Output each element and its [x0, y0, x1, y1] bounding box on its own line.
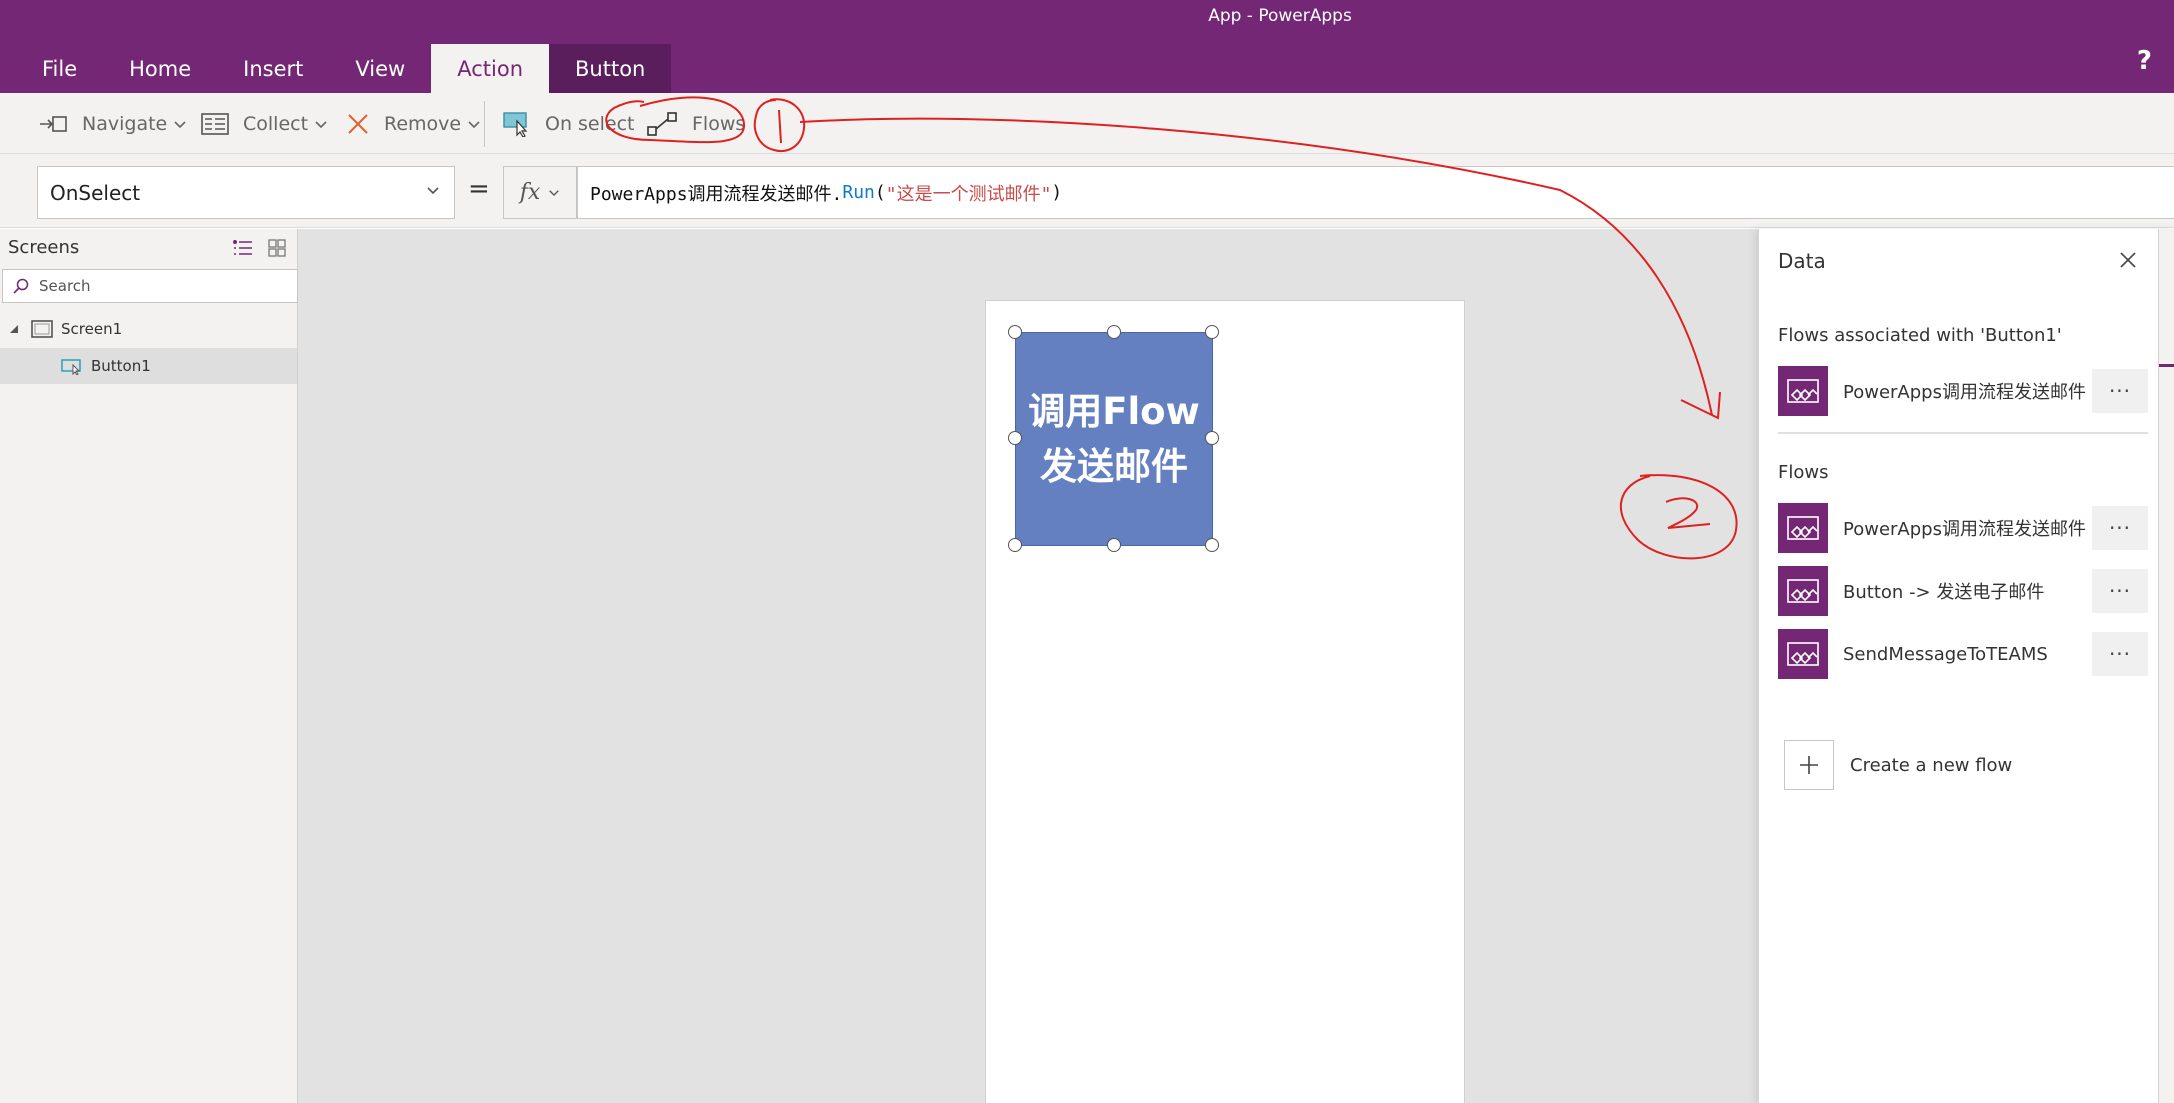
flow-icon [1778, 629, 1828, 679]
flow-icon [1778, 503, 1828, 553]
screens-search-input[interactable]: Search [2, 269, 298, 303]
tab-action[interactable]: Action [431, 44, 550, 93]
associated-flows-heading: Flows associated with 'Button1' [1778, 325, 2062, 346]
flow-name: SendMessageToTEAMS [1843, 643, 2048, 665]
tree-item-label: Button1 [91, 357, 151, 375]
remove-icon [348, 113, 368, 134]
plus-icon [1784, 740, 1834, 790]
ribbon-tabs: File Home Insert View Action Button [16, 44, 672, 93]
flows-label: Flows [692, 112, 746, 135]
tab-file[interactable]: File [16, 44, 103, 93]
resize-handle[interactable] [1107, 538, 1121, 552]
data-pane: Data Flows associated with 'Button1' Pow… [1758, 229, 2174, 1103]
search-placeholder: Search [39, 277, 91, 295]
create-new-flow-button[interactable]: Create a new flow [1784, 740, 2012, 790]
function-button[interactable]: fx [503, 166, 577, 219]
formula-bar: OnSelect = fx PowerApps调用流程发送邮件. Run("这是一… [0, 154, 2174, 228]
properties-pane-edge [2158, 229, 2174, 1103]
more-options-button[interactable]: ··· [2092, 369, 2148, 413]
button-text-line-2: 发送邮件 [1040, 445, 1188, 488]
equals-sign: = [468, 174, 490, 204]
property-value: OnSelect [50, 180, 141, 205]
ribbon-separator [484, 101, 485, 147]
chevron-down-icon [549, 190, 560, 197]
tab-button[interactable]: Button [549, 44, 672, 93]
flow-name: Button -> 发送电子邮件 [1843, 582, 2045, 603]
formula-open-paren: ( [874, 182, 886, 203]
formula-close-paren: ) [1051, 182, 1063, 203]
resize-handle[interactable] [1205, 538, 1219, 552]
chevron-down-icon [427, 187, 439, 195]
close-icon[interactable] [2119, 251, 2137, 269]
formula-input[interactable]: PowerApps调用流程发送邮件. Run("这是一个测试邮件") [577, 166, 2174, 219]
powerapps-studio-window: App - PowerApps File Home Insert View Ac… [0, 0, 2174, 1103]
chevron-down-icon [468, 120, 480, 128]
navigate-button[interactable]: Navigate [38, 93, 187, 154]
flows-button[interactable]: Flows [646, 93, 745, 154]
button-control-icon [61, 359, 81, 375]
on-select-button[interactable]: On select [503, 93, 635, 154]
section-divider [1778, 432, 2148, 434]
help-icon[interactable]: ? [2137, 48, 2152, 74]
associated-flow-item[interactable]: PowerApps调用流程发送邮件 ··· [1778, 366, 2148, 416]
flows-heading: Flows [1778, 462, 1829, 483]
tab-insert[interactable]: Insert [217, 44, 329, 93]
resize-handle[interactable] [1008, 325, 1022, 339]
tab-view[interactable]: View [329, 44, 431, 93]
resize-handle[interactable] [1205, 325, 1219, 339]
flow-icon [1778, 566, 1828, 616]
fx-icon: fx [519, 180, 541, 205]
screens-panel-title: Screens [8, 237, 80, 258]
expand-triangle-icon [10, 325, 18, 333]
button-text-line-1: 调用Flow [1028, 390, 1200, 433]
title-bar: App - PowerApps File Home Insert View Ac… [0, 0, 2174, 93]
navigate-label: Navigate [82, 112, 168, 135]
app-button-control[interactable]: 调用Flow 发送邮件 [1015, 332, 1213, 546]
resize-handle[interactable] [1008, 538, 1022, 552]
tree-item-label: Screen1 [61, 320, 123, 338]
search-icon [13, 278, 29, 294]
remove-label: Remove [384, 112, 462, 135]
resize-handle[interactable] [1008, 431, 1022, 445]
tree-item-screen1[interactable]: Screen1 [0, 311, 297, 347]
properties-pane-indicator [2159, 364, 2174, 367]
flow-name: PowerApps调用流程发送邮件 [1843, 382, 2086, 403]
formula-function: Run [842, 182, 875, 203]
flow-name: PowerApps调用流程发送邮件 [1843, 519, 2086, 540]
collect-button[interactable]: Collect [201, 93, 328, 154]
collect-icon [201, 112, 229, 135]
property-dropdown[interactable]: OnSelect [37, 166, 455, 219]
more-options-button[interactable]: ··· [2092, 506, 2148, 550]
tree-item-button1[interactable]: Button1 [0, 348, 297, 384]
remove-button[interactable]: Remove [346, 93, 481, 154]
on-select-label: On select [545, 112, 635, 135]
thumbnail-view-icon[interactable] [268, 239, 286, 257]
screens-panel: Screens Search Screen1 Button1 [0, 229, 298, 1103]
flow-item[interactable]: SendMessageToTEAMS ··· [1778, 629, 2148, 679]
flow-icon [1778, 366, 1828, 416]
flow-item[interactable]: Button -> 发送电子邮件 ··· [1778, 566, 2148, 616]
formula-string-argument: "这是一个测试邮件" [885, 183, 1052, 205]
chevron-down-icon [174, 120, 186, 128]
chevron-down-icon [315, 120, 327, 128]
collect-label: Collect [243, 112, 309, 135]
tab-home[interactable]: Home [103, 44, 217, 93]
data-pane-title: Data [1778, 249, 1826, 273]
flows-icon [647, 111, 677, 136]
more-options-button[interactable]: ··· [2092, 569, 2148, 613]
action-ribbon: Navigate Collect Remove On select Flows [0, 93, 2174, 154]
window-title: App - PowerApps [1208, 6, 1352, 26]
create-new-flow-label: Create a new flow [1850, 754, 2013, 776]
on-select-icon [503, 111, 528, 137]
resize-handle[interactable] [1107, 325, 1121, 339]
formula-prefix: PowerApps调用流程发送邮件. [590, 183, 843, 205]
resize-handle[interactable] [1205, 431, 1219, 445]
list-view-icon[interactable] [232, 239, 254, 257]
navigate-icon [40, 115, 67, 132]
flow-item[interactable]: PowerApps调用流程发送邮件 ··· [1778, 503, 2148, 553]
screen-icon [31, 320, 53, 338]
more-options-button[interactable]: ··· [2092, 632, 2148, 676]
